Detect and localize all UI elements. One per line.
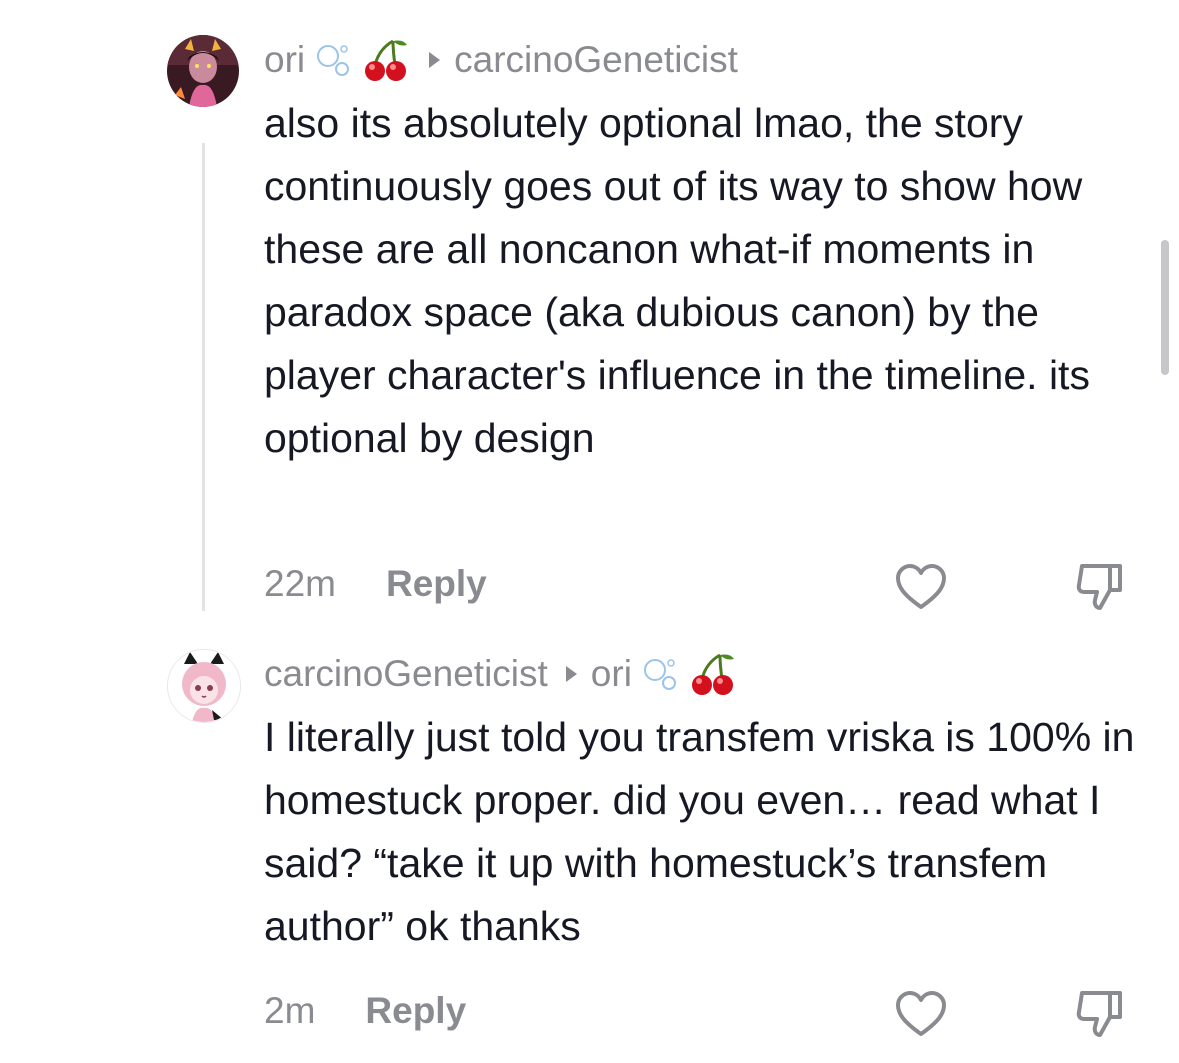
cherry-icon <box>688 651 738 697</box>
timestamp: 22m <box>264 563 336 604</box>
avatar[interactable] <box>167 649 241 723</box>
thread-line <box>202 143 205 611</box>
dislike-icon[interactable] <box>1072 558 1128 619</box>
reply-arrow-icon <box>565 666 577 682</box>
cherry-icon <box>361 37 411 83</box>
comment-text: also its absolutely optional lmao, the s… <box>264 100 1090 461</box>
reply-arrow-icon <box>429 52 441 68</box>
comment-meta: 22m Reply <box>264 563 487 605</box>
reply-button[interactable]: Reply <box>365 990 466 1032</box>
bubbles-icon <box>640 654 680 694</box>
comment-header: carcinoGeneticist ori <box>264 651 738 697</box>
comment-header: ori carcinoGeneticist <box>264 37 738 83</box>
author-name[interactable]: carcinoGeneticist <box>264 653 548 695</box>
reply-to-name[interactable]: carcinoGeneticist <box>454 39 738 81</box>
bubbles-icon <box>313 40 353 80</box>
dislike-icon[interactable] <box>1072 985 1128 1046</box>
reply-to-name[interactable]: ori <box>591 653 632 695</box>
comment-text: I literally just told you transfem vrisk… <box>264 714 1135 949</box>
author-name[interactable]: ori <box>264 39 305 81</box>
avatar-troll-character-icon <box>167 35 239 107</box>
heart-icon[interactable] <box>894 990 948 1043</box>
heart-icon[interactable] <box>894 563 948 616</box>
scrollbar[interactable] <box>1161 240 1169 375</box>
reply-button[interactable]: Reply <box>386 563 487 605</box>
timestamp: 2m <box>264 990 316 1031</box>
avatar-pink-cat-girl-icon <box>168 650 240 722</box>
comment-meta: 2m Reply <box>264 990 466 1032</box>
avatar[interactable] <box>167 35 239 107</box>
